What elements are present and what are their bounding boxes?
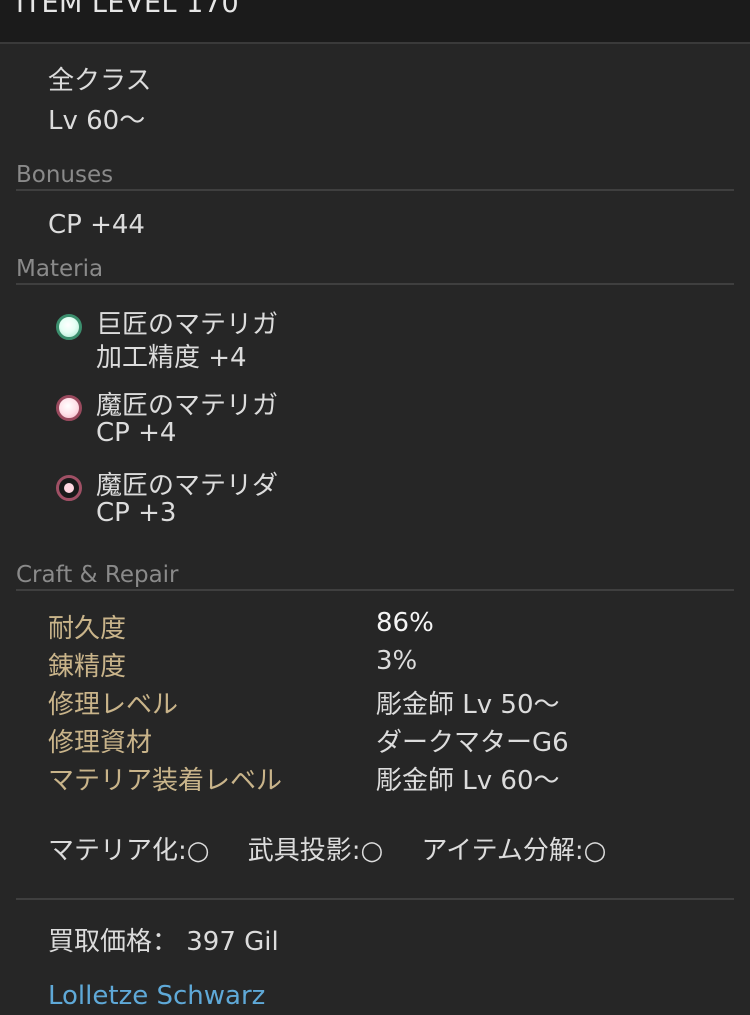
materia-slot[interactable]: 魔匠のマテリダ CP +3 xyxy=(56,471,456,545)
bonus-item: CP +44 xyxy=(48,210,145,240)
level-requirement: Lv 60〜 xyxy=(48,106,146,136)
materia-melding-level-value: 彫金師 Lv 60〜 xyxy=(376,766,560,796)
pink-materia-orb-icon xyxy=(56,395,82,421)
materia-melding-level-label: マテリア装着レベル xyxy=(48,766,283,796)
divider xyxy=(16,898,734,900)
materia-name: 巨匠のマテリガ xyxy=(96,310,279,340)
item-tooltip: ITEM LEVEL 170 全クラス Lv 60〜 Bonuses CP +4… xyxy=(0,0,750,1015)
repair-level-label: 修理レベル xyxy=(48,690,179,720)
materia-slot[interactable]: 魔匠のマテリガ CP +4 xyxy=(56,391,456,465)
bonuses-header: Bonuses xyxy=(16,162,734,191)
class-requirement: 全クラス xyxy=(48,66,152,96)
materia-stat: CP +4 xyxy=(96,418,177,448)
green-materia-orb-icon xyxy=(56,314,82,340)
materia-name: 魔匠のマテリガ xyxy=(96,391,279,421)
materia-name: 魔匠のマテリダ xyxy=(96,471,279,501)
pink-materia-small-orb-icon xyxy=(56,475,82,501)
item-level-bar: ITEM LEVEL 170 xyxy=(0,0,750,44)
repair-material-value: ダークマターG6 xyxy=(376,728,569,758)
crafter-name-link[interactable]: Lolletze Schwarz xyxy=(48,981,265,1011)
item-flags: マテリア化:○ 武具投影:○ アイテム分解:○ xyxy=(48,830,636,867)
materia-slot[interactable]: 巨匠のマテリガ 加工精度 +4 xyxy=(56,310,456,384)
craft-repair-header: Craft & Repair xyxy=(16,562,734,591)
materialize-flag: マテリア化:○ xyxy=(48,836,210,866)
item-level-label: ITEM LEVEL 170 xyxy=(16,0,240,19)
sell-price: 買取価格： 397 Gil xyxy=(48,927,279,957)
repair-level-value: 彫金師 Lv 50〜 xyxy=(376,690,560,720)
glamour-flag: 武具投影:○ xyxy=(247,836,384,866)
repair-material-label: 修理資材 xyxy=(48,728,153,758)
materia-stat: 加工精度 +4 xyxy=(96,343,247,373)
spiritbond-label: 錬精度 xyxy=(48,652,127,682)
materia-stat: CP +3 xyxy=(96,498,177,528)
durability-label: 耐久度 xyxy=(48,614,127,644)
durability-value: 86% xyxy=(376,608,434,638)
spiritbond-value: 3% xyxy=(376,646,418,676)
materia-header: Materia xyxy=(16,256,734,285)
desynth-flag: アイテム分解:○ xyxy=(421,836,607,866)
